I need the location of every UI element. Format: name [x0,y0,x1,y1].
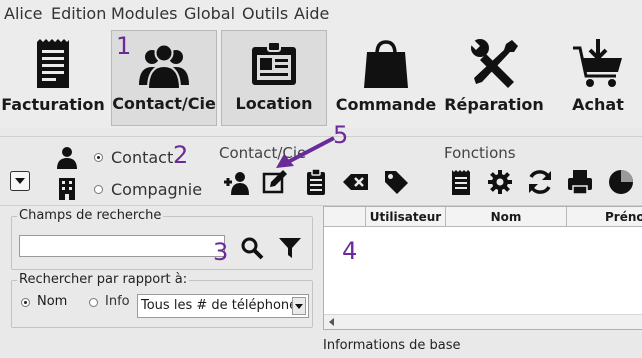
horizontal-scrollbar[interactable] [324,314,642,329]
location-button[interactable]: Location [221,30,327,126]
commande-button[interactable]: Commande [332,30,440,126]
info-radio-label: Info [105,294,130,309]
tag-icon[interactable] [382,168,410,196]
grid-header-name[interactable]: Nom [446,207,567,227]
menu-edition[interactable]: Edition [51,4,106,23]
chevron-down-icon[interactable] [292,297,306,315]
reparation-button[interactable]: Réparation [440,30,548,126]
annotation-3: 3 [213,238,229,266]
facturation-label: Facturation [1,95,105,114]
achat-button[interactable]: Achat [554,30,642,126]
people-group-icon [139,43,189,90]
phone-type-value: Tous les # de téléphones [141,298,304,313]
commande-label: Commande [335,95,437,114]
company-radio[interactable] [94,185,103,194]
building-icon [59,178,75,200]
contact-radio-label: Contact [111,148,174,167]
add-contact-icon[interactable] [222,168,250,196]
module-toolbar: Facturation Contact/Cie Location Command… [0,28,642,128]
person-icon [57,147,77,169]
shopping-bag-icon [364,40,408,88]
menu-alice[interactable]: Alice [4,4,42,23]
annotation-1: 1 [116,32,132,60]
grid-header-user[interactable]: Utilisateur [366,207,446,227]
annotation-5: 5 [333,121,349,149]
scroll-left-icon[interactable] [328,318,336,326]
grid-header-select[interactable] [324,207,366,227]
basic-info-label: Informations de base [323,338,461,353]
gear-icon[interactable] [486,168,514,196]
print-icon[interactable] [566,168,594,196]
invoice-icon [37,39,69,88]
info-radio[interactable] [89,298,98,307]
menu-modules[interactable]: Modules [111,4,178,23]
facturation-button[interactable]: Facturation [0,30,106,126]
contact-cie-label: Contact/Cie [112,94,216,113]
pie-chart-icon[interactable] [607,168,635,196]
name-radio-label: Nom [37,294,68,309]
reparation-label: Réparation [444,95,544,114]
tools-icon [470,39,518,88]
menu-aide[interactable]: Aide [294,4,329,23]
annotation-2: 2 [173,141,189,169]
menu-bar: Alice Edition Modules Global Outils Aide [0,0,642,29]
name-radio[interactable] [21,298,30,307]
company-radio-label: Compagnie [111,180,203,199]
filter-icon[interactable] [278,236,302,260]
id-badge-icon [252,41,296,85]
fonctions-section-title: Fonctions [444,144,516,162]
menu-global[interactable]: Global [184,4,235,23]
search-input[interactable] [19,235,225,257]
collapse-toggle-icon[interactable] [10,171,30,191]
phone-type-select[interactable]: Tous les # de téléphones [137,294,309,318]
contacts-grid[interactable]: Utilisateur Nom Prénom 4 [323,206,642,330]
search-by-title: Rechercher par rapport à: [17,272,190,287]
cart-download-icon [573,39,622,87]
search-fields-title: Champs de recherche [17,208,164,223]
contact-radio[interactable] [94,153,103,162]
search-icon[interactable] [240,236,264,260]
menu-outils[interactable]: Outils [242,4,288,23]
list-icon[interactable] [447,168,475,196]
grid-header-firstname[interactable]: Prénom [567,207,642,227]
refresh-icon[interactable] [526,168,554,196]
achat-label: Achat [572,95,624,114]
location-label: Location [235,94,313,113]
annotation-4: 4 [342,237,358,265]
